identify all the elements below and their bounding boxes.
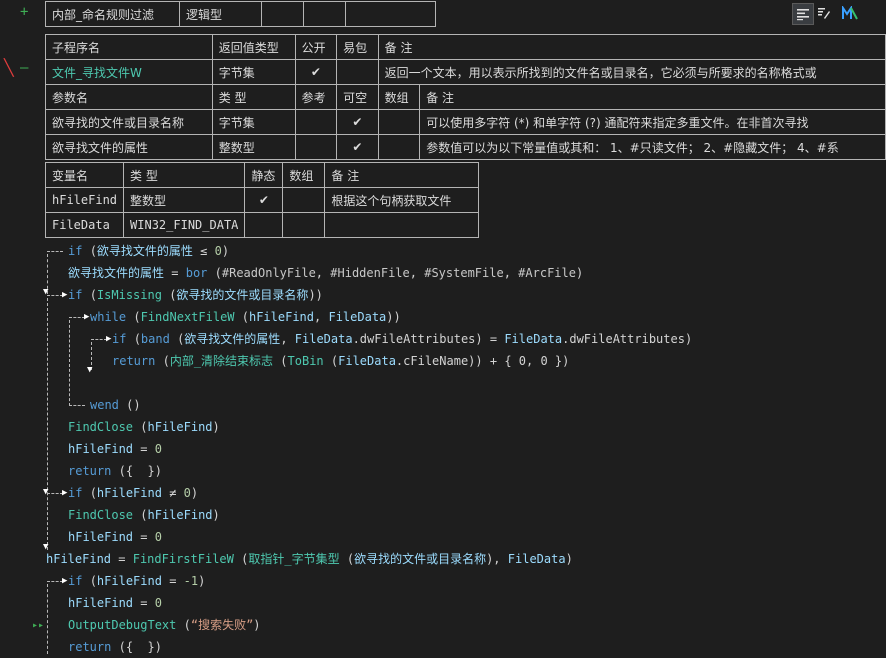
flow-arrow-icon: ▶ <box>62 488 68 498</box>
subroutine-return-type[interactable]: 字节集 <box>211 59 296 85</box>
variable-note[interactable]: 根据这个句柄获取文件 <box>324 187 480 213</box>
code-line[interactable]: hFileFind = 0 <box>68 526 162 548</box>
variable-name[interactable]: hFileFind <box>44 187 125 213</box>
header-cell: 静态 <box>244 162 284 188</box>
flow-arrow-icon: ▼ <box>43 487 49 497</box>
list-view-icon[interactable] <box>792 3 814 25</box>
code-line[interactable]: hFileFind = 0 <box>68 592 162 614</box>
param-name[interactable]: 欲寻找的文件或目录名称 <box>45 109 213 135</box>
code-line[interactable]: hFileFind = FindFirstFileW (取指针_字节集型 (欲寻… <box>46 548 573 570</box>
easy-package-cell[interactable] <box>336 59 379 85</box>
table-cell[interactable] <box>261 1 304 27</box>
variable-name[interactable]: FileData <box>44 212 125 238</box>
header-cell: 变量名 <box>44 162 125 188</box>
code-line[interactable]: 欲寻找文件的属性 = bor (#ReadOnlyFile, #HiddenFi… <box>68 262 583 284</box>
variable-array-cell[interactable] <box>282 187 326 213</box>
edit-icon[interactable] <box>814 3 834 23</box>
code-line[interactable]: return ({ }) <box>68 460 162 482</box>
flow-guide-line <box>69 320 70 406</box>
flow-guide-line <box>69 405 85 406</box>
code-line[interactable]: return (内部_清除结束标志 (ToBin (FileData.cFile… <box>112 350 569 372</box>
collapse-minus-icon[interactable]: — <box>20 60 28 76</box>
code-line[interactable]: if (hFileFind ≠ 0) <box>68 482 198 504</box>
flow-guide-line <box>47 493 63 494</box>
mvm-logo-icon[interactable] <box>840 3 860 23</box>
public-checkbox[interactable]: ✔ <box>294 59 338 85</box>
header-cell: 返回值类型 <box>211 34 296 60</box>
code-line[interactable]: while (FindNextFileW (hFileFind, FileDat… <box>90 306 401 328</box>
param-ref-cell[interactable] <box>294 134 338 160</box>
code-line[interactable]: OutputDebugText (“搜索失败”) <box>68 614 261 636</box>
param-name[interactable]: 欲寻找文件的属性 <box>45 134 213 160</box>
header-cell: 公开 <box>294 34 338 60</box>
flow-guide-line <box>69 317 85 318</box>
param-array-cell[interactable] <box>377 109 421 135</box>
breakpoint-icon[interactable]: ╲ <box>4 58 14 77</box>
code-line[interactable]: if (欲寻找文件的属性 ≤ 0) <box>68 240 229 262</box>
table-cell[interactable] <box>345 1 436 27</box>
flow-guide-line <box>47 298 48 550</box>
header-cell: 类 型 <box>211 84 296 110</box>
program-set-name[interactable]: 内部_命名规则过滤 <box>45 1 180 27</box>
static-checkbox[interactable]: ✔ <box>244 187 284 213</box>
flow-arrow-icon: ▼ <box>87 365 93 375</box>
variable-note[interactable] <box>324 212 480 238</box>
code-line[interactable]: hFileFind = 0 <box>68 438 162 460</box>
param-nullable-checkbox[interactable]: ✔ <box>336 109 379 135</box>
subroutine-name[interactable]: 文件_寻找文件W <box>45 59 213 85</box>
flow-arrow-icon: ▶ <box>62 290 68 300</box>
header-cell: 备 注 <box>324 162 480 188</box>
expand-plus-icon[interactable]: + <box>20 4 28 20</box>
table-cell[interactable] <box>303 1 346 27</box>
flow-arrow-icon: ▶ <box>106 334 112 344</box>
variable-array-cell[interactable] <box>282 212 326 238</box>
code-line[interactable]: FindClose (hFileFind) <box>68 504 220 526</box>
param-note[interactable]: 参数值可以为以下常量值或其和： 1、#只读文件； 2、#隐藏文件； 4、#系 <box>419 134 886 160</box>
code-line[interactable]: FindClose (hFileFind) <box>68 416 220 438</box>
header-cell: 可空 <box>336 84 379 110</box>
header-cell: 备 注 <box>377 34 886 60</box>
debug-marker-icon[interactable]: ▸▸ <box>32 620 44 631</box>
header-cell: 参数名 <box>45 84 213 110</box>
variable-type[interactable]: WIN32_FIND_DATA <box>123 212 246 238</box>
header-cell: 备 注 <box>419 84 886 110</box>
static-checkbox[interactable] <box>244 212 284 238</box>
variable-table: 变量名 类 型 静态 数组 备 注 hFileFind 整数型 ✔ 根据这个句柄… <box>44 162 480 238</box>
flow-guide-line <box>47 295 63 296</box>
header-cell: 参考 <box>294 84 338 110</box>
flow-guide-line <box>47 251 63 252</box>
subroutine-note[interactable]: 返回一个文本，用以表示所找到的文件名或目录名，它必须与所要求的名称格式或 <box>377 59 886 85</box>
top-table: 内部_命名规则过滤 逻辑型 <box>45 1 436 27</box>
variable-type[interactable]: 整数型 <box>123 187 246 213</box>
param-nullable-checkbox[interactable]: ✔ <box>336 134 379 160</box>
flow-arrow-icon: ▼ <box>43 287 49 297</box>
param-ref-cell[interactable] <box>294 109 338 135</box>
program-set-type[interactable]: 逻辑型 <box>179 1 262 27</box>
param-array-cell[interactable] <box>377 134 421 160</box>
header-cell: 数组 <box>282 162 326 188</box>
code-line[interactable]: if (band (欲寻找文件的属性, FileData.dwFileAttri… <box>112 328 692 350</box>
flow-arrow-icon: ▼ <box>43 542 49 552</box>
code-line[interactable]: return ({ }) <box>68 636 162 658</box>
header-cell: 类 型 <box>123 162 246 188</box>
subroutine-table: 子程序名 返回值类型 公开 易包 备 注 文件_寻找文件W 字节集 ✔ 返回一个… <box>45 34 886 160</box>
param-note[interactable]: 可以使用多字符 (*) 和单字符 (?) 通配符来指定多重文件。在非首次寻找 <box>419 109 886 135</box>
code-line[interactable]: if (IsMissing (欲寻找的文件或目录名称)) <box>68 284 323 306</box>
header-cell: 子程序名 <box>45 34 213 60</box>
flow-guide-line <box>47 584 48 654</box>
param-type[interactable]: 整数型 <box>211 134 296 160</box>
flow-guide-line <box>47 581 63 582</box>
flow-arrow-icon: ▶ <box>62 576 68 586</box>
header-cell: 数组 <box>377 84 421 110</box>
flow-guide-line <box>91 339 107 340</box>
code-line[interactable]: wend () <box>90 394 141 416</box>
code-line[interactable]: if (hFileFind = -1) <box>68 570 205 592</box>
flow-arrow-icon: ▶ <box>84 312 90 322</box>
header-cell: 易包 <box>336 34 379 60</box>
param-type[interactable]: 字节集 <box>211 109 296 135</box>
